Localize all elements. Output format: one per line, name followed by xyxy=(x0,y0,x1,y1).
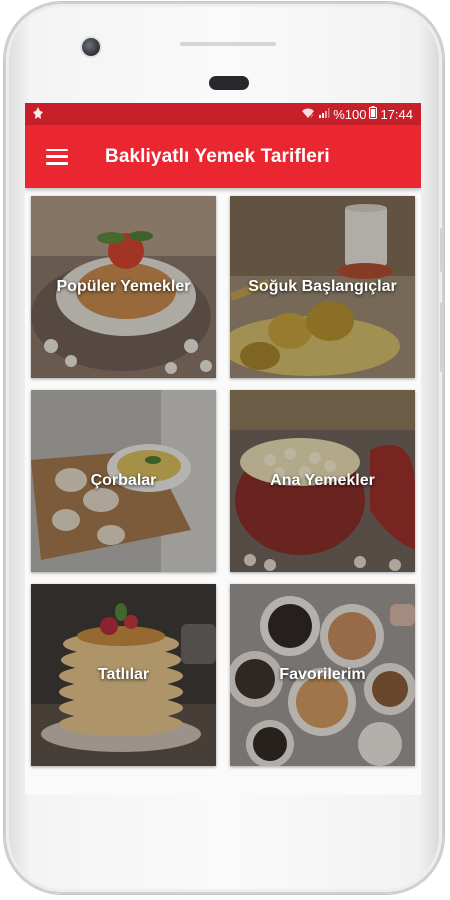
battery-percentage: %100 xyxy=(333,106,367,122)
category-grid: Popüler Yemekler Soğuk Başlangıçlar Çorb… xyxy=(31,196,415,766)
volume-button xyxy=(440,228,444,272)
app-bar: Bakliyatlı Yemek Tarifleri xyxy=(25,125,421,188)
category-tile-soguk-baslangiclar[interactable]: Soğuk Başlangıçlar xyxy=(230,196,415,378)
category-tile-favorilerim[interactable]: Favorilerim xyxy=(230,584,415,766)
category-tile-tatlilar[interactable]: Tatlılar xyxy=(31,584,216,766)
category-label: Tatlılar xyxy=(97,666,150,683)
category-tile-ana-yemekler[interactable]: Ana Yemekler xyxy=(230,390,415,572)
signal-icon xyxy=(318,107,330,122)
category-tile-corbalar[interactable]: Çorbalar xyxy=(31,390,216,572)
app-title: Bakliyatlı Yemek Tarifleri xyxy=(105,145,330,167)
category-tile-populer[interactable]: Popüler Yemekler xyxy=(31,196,216,378)
notification-icon xyxy=(31,106,45,123)
category-label: Popüler Yemekler xyxy=(56,278,191,295)
svg-text:?: ? xyxy=(310,114,313,119)
screen: ? %100 17:44 Bakliyatlı Yemek Tarifleri xyxy=(25,103,421,795)
menu-icon xyxy=(46,148,68,165)
power-button xyxy=(440,302,444,372)
phone-frame: ? %100 17:44 Bakliyatlı Yemek Tarifleri xyxy=(4,2,444,894)
menu-button[interactable] xyxy=(33,133,81,181)
category-label: Çorbalar xyxy=(90,472,157,489)
wifi-icon: ? xyxy=(301,107,315,122)
category-label: Favorilerim xyxy=(279,666,366,683)
clock: 17:44 xyxy=(380,106,413,122)
battery-icon xyxy=(369,106,378,122)
status-bar: ? %100 17:44 xyxy=(25,103,421,125)
front-camera xyxy=(82,38,100,56)
earpiece-speaker xyxy=(209,76,249,90)
top-slot xyxy=(180,42,276,46)
category-label: Soğuk Başlangıçlar xyxy=(248,278,397,295)
category-label: Ana Yemekler xyxy=(270,472,375,489)
